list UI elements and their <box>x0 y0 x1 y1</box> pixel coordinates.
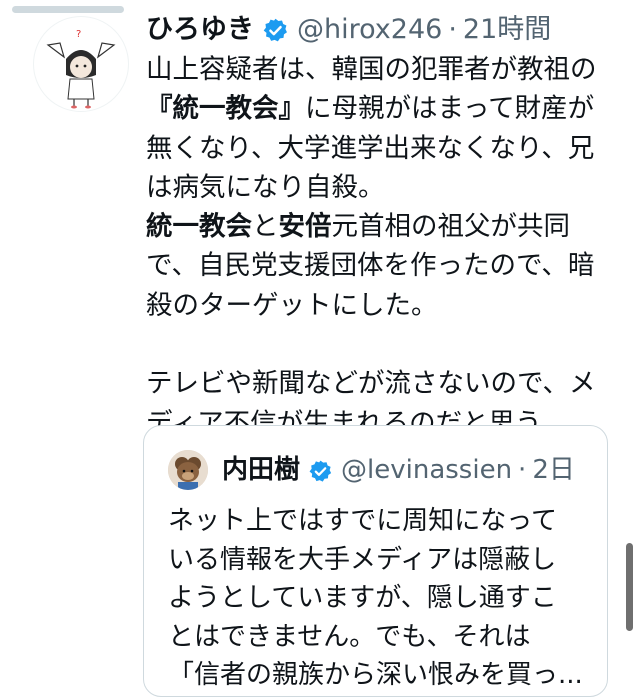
quoted-tweet-header: 内田樹 @levinassien · 2日 <box>222 452 575 488</box>
tweet-text-segment: テレビや新聞などが流さないので、メ <box>146 368 596 400</box>
tweet-text-segment: 元首相の祖父が共同 <box>331 211 571 243</box>
quoted-tweet-card[interactable]: 内田樹 @levinassien · 2日 ネット上ではすでに周知になって いる情… <box>143 425 608 697</box>
quoted-author-name[interactable]: 内田樹 <box>222 452 300 488</box>
quoted-author-avatar[interactable] <box>168 450 208 490</box>
tweet-text-segment: 殺のターゲットにした。 <box>146 289 438 321</box>
header-separator: · <box>448 14 457 45</box>
quoted-text-line: 「信者の親族から深い恨みを買っ... <box>168 660 583 690</box>
tweet-text-segment: は病気になり自殺。 <box>146 171 385 203</box>
svg-text:?: ? <box>76 29 81 40</box>
quoted-avatar-illustration <box>168 450 208 490</box>
tweet-text-line: 無くなり、大学進学出来なくなり、兄 <box>146 129 616 168</box>
tweet-text-segment: 無くなり、大学進学出来なくなり、兄 <box>146 132 595 164</box>
tweet-text-line: テレビや新聞などが流さないので、メ <box>146 364 616 403</box>
tweet-text-bold-segment: 安倍 <box>278 211 332 243</box>
tweet-text-line: 山上容疑者は、韓国の犯罪者が教祖の <box>146 50 616 89</box>
tweet-text-segment: で、自民党支援団体を作ったので、暗 <box>146 250 595 282</box>
tweet-text-line <box>146 325 616 364</box>
quoted-tweet-timestamp[interactable]: 2日 <box>532 452 575 488</box>
tweet-text-line: 殺のターゲットにした。 <box>146 286 616 325</box>
tweet-text: 山上容疑者は、韓国の犯罪者が教祖の 『統一教会』に母親がはまって財産が 無くなり、大… <box>146 50 616 443</box>
tweet-text-line: 『統一教会』に母親がはまって財産が <box>146 89 616 128</box>
quoted-text-line: ようとしていますが、隠し通すこ <box>168 583 557 613</box>
author-name[interactable]: ひろゆき <box>146 12 254 48</box>
tweet-header: ひろゆき @hirox246 · 21時間 <box>146 12 636 48</box>
quoted-text-line: いる情報を大手メディアは隠蔽し <box>168 544 557 575</box>
author-avatar[interactable]: ? <box>33 16 129 112</box>
verified-badge-icon <box>308 458 333 483</box>
verified-badge-icon <box>262 17 289 44</box>
tweet-text-segment: 山上容疑者は、韓国の犯罪者が教祖の <box>146 54 597 85</box>
quoted-tweet-text: ネット上ではすでに周知になって いる情報を大手メディアは隠蔽し ようとしていますが、… <box>168 502 588 695</box>
scrollbar-thumb[interactable] <box>626 543 633 631</box>
tweet-text-segment: と <box>252 211 279 243</box>
quoted-author-handle[interactable]: @levinassien <box>341 452 512 488</box>
avatar-illustration: ? <box>46 29 116 109</box>
quoted-header-separator: · <box>518 455 527 485</box>
tweet-text-bold-segment: 『統一教会』 <box>146 93 305 125</box>
quoted-text-line: とはできません。でも、それは <box>168 621 531 652</box>
tweet-text-segment: に母親がはまって財産が <box>305 93 595 125</box>
top-indicator-bar <box>12 6 124 13</box>
tweet-timestamp[interactable]: 21時間 <box>463 12 551 48</box>
tweet-text-line: で、自民党支援団体を作ったので、暗 <box>146 246 616 285</box>
quoted-text-line: ネット上ではすでに周知になって <box>168 506 557 536</box>
author-handle[interactable]: @hirox246 <box>297 12 442 48</box>
tweet-text-bold-segment: 統一教会 <box>146 211 252 243</box>
tweet-text-line: は病気になり自殺。 <box>146 168 616 207</box>
tweet-text-line: 統一教会と安倍元首相の祖父が共同 <box>146 207 616 246</box>
